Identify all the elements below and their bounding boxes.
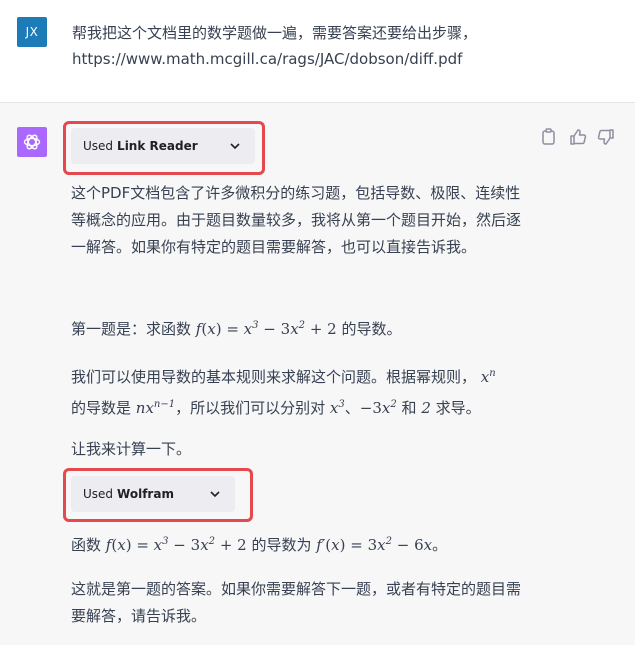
thumbs-down-icon[interactable] [597,128,615,146]
user-message-text: 帮我把这个文档里的数学题做一遍，需要答案还要给出步骤， https://www.… [72,20,612,72]
math-expression: f(x) = x3 − 3x2 + 2 [105,536,247,554]
plugin-prefix: Used [83,139,114,153]
math-expression: −3x2 [359,399,397,417]
response-paragraph-3: 我们可以使用导数的基本规则来求解这个问题。根据幂规则， xn 的导数是 nxn−… [71,360,531,422]
math-expression: f′(x) = 3x2 − 6x [316,536,433,554]
p2-text: 的导数。 [341,320,402,338]
p3-text: ，所以我们可以分别对 [175,399,326,417]
response-paragraph-4: 让我来计算一下。 [71,440,192,458]
p3-text: 、 [344,399,360,417]
math-expression: xn [480,368,496,386]
user-avatar: JX [17,17,47,47]
math-expression: nxn−1 [135,399,176,417]
plugin-name: Wolfram [117,487,174,501]
math-expression: f(x) = x3 − 3x2 + 2 [195,320,337,338]
user-message: JX 帮我把这个文档里的数学题做一遍，需要答案还要给出步骤， https://w… [0,0,635,103]
math-expression: x3 [329,399,345,417]
message-actions [541,128,615,146]
p5-text: 函数 [71,536,102,554]
user-message-line1: 帮我把这个文档里的数学题做一遍，需要答案还要给出步骤， [72,24,478,42]
chevron-down-icon[interactable] [209,488,221,500]
plugin-prefix: Used [83,487,114,501]
p3-text: 我们可以使用导数的基本规则来求解这个问题。根据幂规则， [71,368,477,386]
math-expression: 2 [421,399,431,417]
plugin-link-reader[interactable]: Used Link Reader [71,128,255,164]
openai-logo-icon [23,134,41,150]
plugin-wolfram[interactable]: Used Wolfram [71,476,235,512]
p5-text: 的导数为 [251,536,312,554]
p5-text: 。 [432,536,448,554]
plugin-name: Link Reader [117,139,198,153]
chevron-down-icon[interactable] [229,140,241,152]
user-message-link[interactable]: https://www.math.mcgill.ca/rags/JAC/dobs… [72,46,612,72]
response-paragraph-1: 这个PDF文档包含了许多微积分的练习题，包括导数、极限、连续性等概念的应用。由于… [71,184,522,256]
p2-text: 第一题是：求函数 [71,320,192,338]
copy-icon[interactable] [541,128,559,146]
response-paragraph-5: 函数 f(x) = x3 − 3x2 + 2 的导数为 f′(x) = 3x2 … [71,528,591,559]
response-paragraph-6: 这就是第一题的答案。如果你需要解答下一题，或者有特定的题目需要解答，请告诉我。 [71,580,522,625]
thumbs-up-icon[interactable] [569,128,587,146]
assistant-avatar [17,127,47,157]
p3-text: 求导。 [435,399,481,417]
response-paragraph-2: 第一题是：求函数 f(x) = x3 − 3x2 + 2 的导数。 [71,312,531,343]
p3-text: 和 [401,399,417,417]
p3-text: 的导数是 [71,399,132,417]
